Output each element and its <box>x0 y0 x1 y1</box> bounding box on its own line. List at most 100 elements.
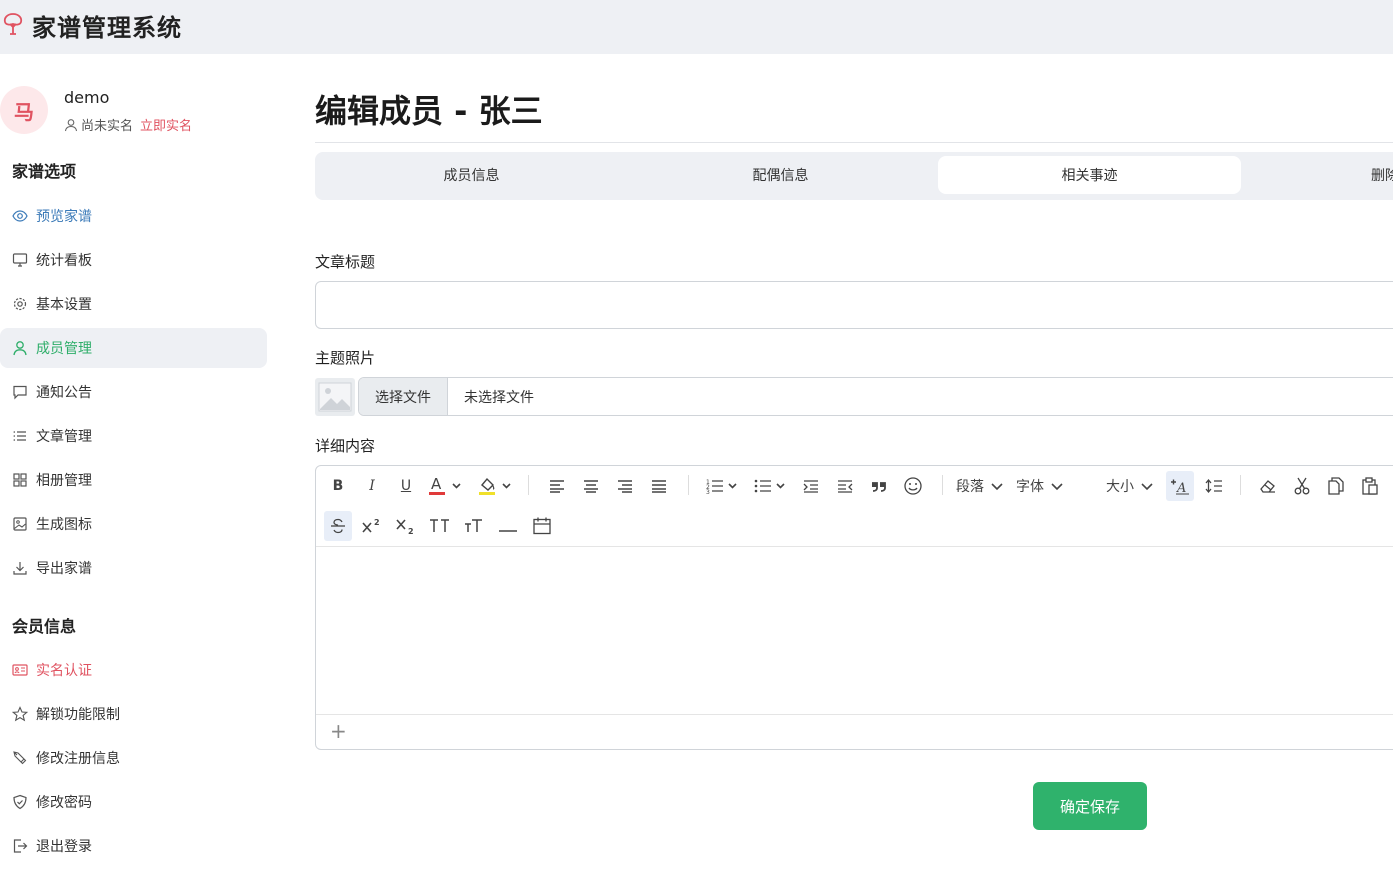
align-left-icon[interactable] <box>544 471 570 501</box>
avatar[interactable]: 马 <box>0 86 48 134</box>
toolbar-separator <box>1240 475 1241 495</box>
gear-icon <box>12 296 28 312</box>
file-status-text: 未选择文件 <box>464 389 534 406</box>
subscript-icon[interactable]: 2 <box>392 511 420 541</box>
outdent-icon[interactable] <box>832 471 858 501</box>
horizontal-rule-icon[interactable] <box>494 511 522 541</box>
sidebar-item-albums[interactable]: 相册管理 <box>0 460 267 500</box>
svg-text:A: A <box>1176 481 1186 495</box>
photo-label: 主题照片 <box>315 349 376 367</box>
verify-status-text: 尚未实名 <box>81 119 134 134</box>
tab-delete-label: 删除 <box>1371 168 1393 184</box>
tab-related-deeds[interactable]: 相关事迹 <box>938 156 1241 194</box>
eraser-icon[interactable] <box>1254 471 1282 501</box>
sidebar-item-logout[interactable]: 退出登录 <box>0 826 267 866</box>
chevron-down-icon <box>1051 483 1063 491</box>
sidebar-item-members[interactable]: 成员管理 <box>0 328 267 368</box>
top-bar: 家谱管理系统 <box>0 0 1393 54</box>
sidebar-item-generate-icon[interactable]: 生成图标 <box>0 504 267 544</box>
blockquote-icon[interactable] <box>866 471 892 501</box>
emoji-icon[interactable] <box>900 471 926 501</box>
file-input[interactable]: 选择文件 未选择文件 <box>358 377 1393 416</box>
font-color-icon[interactable]: A <box>426 471 466 501</box>
username: demo <box>64 88 110 107</box>
sidebar-item-realname[interactable]: 实名认证 <box>0 650 267 690</box>
sidebar-item-edit-registration[interactable]: 修改注册信息 <box>0 738 267 778</box>
tab-spouse-info[interactable]: 配偶信息 <box>629 156 932 194</box>
strikethrough-icon[interactable] <box>324 511 352 541</box>
chat-icon <box>12 384 28 400</box>
person-outline-icon <box>64 118 78 131</box>
align-justify-icon[interactable] <box>646 471 672 501</box>
sidebar-item-label: 退出登录 <box>36 839 92 855</box>
paste-icon[interactable] <box>1356 471 1384 501</box>
content-label: 详细内容 <box>315 437 376 455</box>
size-select[interactable]: 大小 <box>1106 471 1162 501</box>
photo-file-row: 选择文件 未选择文件 <box>315 377 1393 417</box>
logout-icon <box>12 838 28 854</box>
ordered-list-icon[interactable]: 123 <box>704 471 742 501</box>
sidebar-item-change-password[interactable]: 修改密码 <box>0 782 267 822</box>
list-icon <box>12 428 28 444</box>
sidebar-item-label: 统计看板 <box>36 253 92 269</box>
monitor-icon <box>12 252 28 268</box>
sidebar-item-articles[interactable]: 文章管理 <box>0 416 267 456</box>
sidebar-item-export[interactable]: 导出家谱 <box>0 548 267 588</box>
sidebar-item-label: 文章管理 <box>36 429 92 445</box>
calendar-icon[interactable] <box>528 511 556 541</box>
sidebar-item-settings[interactable]: 基本设置 <box>0 284 267 324</box>
tab-delete[interactable]: 删除 <box>1247 156 1393 194</box>
sidebar-item-label: 导出家谱 <box>36 561 92 577</box>
app-title: 家谱管理系统 <box>32 14 182 42</box>
chevron-down-icon <box>991 483 1003 491</box>
eye-icon <box>12 208 28 224</box>
small-caps-icon[interactable] <box>460 511 488 541</box>
sidebar: 马 demo 尚未实名 立即实名 家谱选项 预览家谱 统计看板 基本设置 成员管… <box>0 54 280 884</box>
article-title-input[interactable] <box>315 281 1393 329</box>
sidebar-item-label: 基本设置 <box>36 297 92 313</box>
superscript-icon[interactable]: 2 <box>358 511 386 541</box>
sidebar-item-label: 解锁功能限制 <box>36 707 120 723</box>
tab-member-info[interactable]: 成员信息 <box>320 156 623 194</box>
align-center-icon[interactable] <box>578 471 604 501</box>
plus-icon[interactable]: + <box>330 719 347 743</box>
sidebar-item-label: 生成图标 <box>36 517 92 533</box>
star-icon <box>12 706 28 722</box>
sidebar-item-notices[interactable]: 通知公告 <box>0 372 267 412</box>
verify-status-line: 尚未实名 立即实名 <box>64 115 192 134</box>
bold-icon[interactable]: B <box>324 471 352 501</box>
editor-content-area[interactable] <box>316 547 1393 714</box>
bullet-list-icon[interactable] <box>752 471 790 501</box>
sidebar-item-label: 成员管理 <box>36 341 92 357</box>
cut-icon[interactable] <box>1288 471 1316 501</box>
paragraph-select[interactable]: 段落 <box>956 471 1012 501</box>
title-divider <box>315 142 1393 143</box>
line-height-text-icon[interactable]: A <box>1166 471 1194 501</box>
font-select-label: 字体 <box>1016 479 1044 495</box>
svg-text:2: 2 <box>374 518 380 527</box>
verify-now-link[interactable]: 立即实名 <box>140 115 192 134</box>
save-button[interactable]: 确定保存 <box>1033 782 1147 830</box>
editor-footer: + <box>316 714 1393 750</box>
size-select-label: 大小 <box>1106 479 1134 495</box>
choose-file-button[interactable]: 选择文件 <box>359 378 448 415</box>
sidebar-item-preview[interactable]: 预览家谱 <box>0 196 267 236</box>
paragraph-select-label: 段落 <box>956 479 984 495</box>
copy-icon[interactable] <box>1322 471 1350 501</box>
indent-icon[interactable] <box>798 471 824 501</box>
sidebar-item-label: 修改注册信息 <box>36 751 120 767</box>
font-select[interactable]: 字体 <box>1016 471 1072 501</box>
uppercase-icon[interactable] <box>426 511 454 541</box>
underline-icon[interactable]: U <box>392 471 420 501</box>
italic-icon[interactable]: I <box>358 471 386 501</box>
sidebar-item-label: 预览家谱 <box>36 209 92 225</box>
sidebar-item-unlock[interactable]: 解锁功能限制 <box>0 694 267 734</box>
tab-bar: 成员信息 配偶信息 相关事迹 删除 <box>315 152 1393 200</box>
shield-icon <box>12 794 28 810</box>
svg-text:3: 3 <box>706 489 710 495</box>
line-height-icon[interactable] <box>1200 471 1228 501</box>
background-color-icon[interactable] <box>476 471 516 501</box>
toolbar-separator <box>688 475 689 495</box>
align-right-icon[interactable] <box>612 471 638 501</box>
sidebar-item-dashboard[interactable]: 统计看板 <box>0 240 267 280</box>
